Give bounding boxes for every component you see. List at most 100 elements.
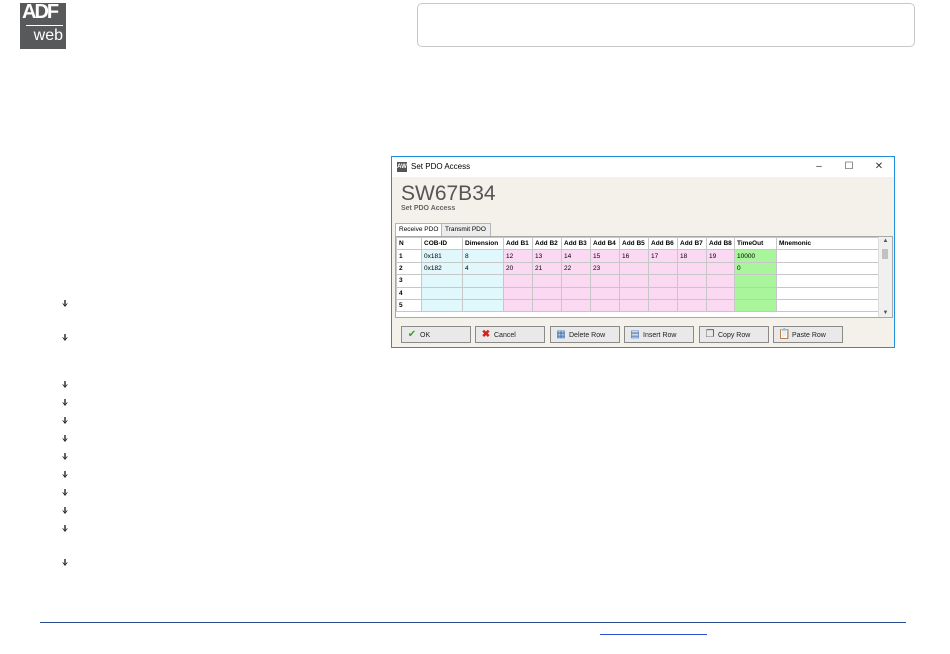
timeout-cell[interactable]: 0	[734, 261, 777, 276]
add-byte-cell[interactable]	[648, 298, 678, 313]
column-header[interactable]: Add B5	[619, 237, 649, 251]
cob-id-cell[interactable]	[421, 274, 463, 288]
add-byte-cell[interactable]	[648, 261, 678, 276]
add-byte-cell[interactable]	[590, 286, 620, 300]
dimension-cell[interactable]: 4	[462, 261, 504, 276]
add-byte-cell[interactable]	[590, 298, 620, 313]
window-title-bar[interactable]: AW Set PDO Access – ☐ ✕	[392, 157, 894, 177]
dimension-cell[interactable]: 8	[462, 249, 504, 263]
dimension-cell[interactable]	[462, 286, 504, 300]
scroll-down-icon[interactable]: ▼	[879, 310, 892, 316]
column-header[interactable]: Add B6	[648, 237, 678, 251]
delete-row-button[interactable]: ▦ Delete Row	[550, 326, 620, 343]
mnemonic-cell[interactable]	[776, 249, 881, 263]
minimize-button[interactable]: –	[804, 157, 834, 177]
dimension-cell[interactable]	[462, 274, 504, 288]
add-byte-cell[interactable]: 15	[590, 249, 620, 263]
add-byte-cell[interactable]	[532, 298, 562, 313]
footer-link-underline[interactable]	[600, 634, 707, 635]
add-byte-cell[interactable]	[590, 274, 620, 288]
column-header[interactable]: N	[396, 237, 422, 251]
mnemonic-cell[interactable]	[776, 274, 881, 288]
add-byte-cell[interactable]	[532, 286, 562, 300]
add-byte-cell[interactable]: 12	[503, 249, 533, 263]
add-byte-cell[interactable]	[532, 274, 562, 288]
column-header[interactable]: TimeOut	[734, 237, 777, 251]
paste-row-button[interactable]: 📋 Paste Row	[773, 326, 843, 343]
copy-icon: ❐	[705, 329, 715, 340]
bullet-icon	[62, 507, 68, 514]
add-byte-cell[interactable]	[503, 298, 533, 313]
add-byte-cell[interactable]	[677, 286, 707, 300]
add-byte-cell[interactable]: 23	[590, 261, 620, 276]
column-header[interactable]: Add B4	[590, 237, 620, 251]
add-byte-cell[interactable]	[503, 286, 533, 300]
add-byte-cell[interactable]	[706, 298, 735, 313]
timeout-cell[interactable]: 10000	[734, 249, 777, 263]
add-byte-cell[interactable]	[648, 274, 678, 288]
table-vertical-scrollbar[interactable]: ▲ ▼	[878, 237, 892, 317]
column-header[interactable]: Mnemonic	[776, 237, 881, 251]
row-number[interactable]: 3	[396, 274, 422, 288]
insert-row-button[interactable]: ▤ Insert Row	[624, 326, 694, 343]
add-byte-cell[interactable]: 20	[503, 261, 533, 276]
bullet-icon	[62, 399, 68, 406]
add-byte-cell[interactable]	[677, 274, 707, 288]
cob-id-cell[interactable]	[421, 286, 463, 300]
add-byte-cell[interactable]	[619, 298, 649, 313]
add-byte-cell[interactable]	[561, 274, 591, 288]
mnemonic-cell[interactable]	[776, 286, 881, 300]
timeout-cell[interactable]	[734, 274, 777, 288]
tab-transmit-pdo[interactable]: Transmit PDO	[441, 223, 491, 236]
scroll-up-icon[interactable]: ▲	[879, 238, 892, 244]
row-number[interactable]: 2	[396, 261, 422, 276]
timeout-cell[interactable]	[734, 298, 777, 313]
add-byte-cell[interactable]	[706, 274, 735, 288]
column-header[interactable]: Add B7	[677, 237, 707, 251]
column-header[interactable]: Dimension	[462, 237, 504, 251]
add-byte-cell[interactable]: 16	[619, 249, 649, 263]
add-byte-cell[interactable]: 18	[677, 249, 707, 263]
copy-row-button[interactable]: ❐ Copy Row	[699, 326, 769, 343]
row-number[interactable]: 1	[396, 249, 422, 263]
add-byte-cell[interactable]	[619, 286, 649, 300]
bullet-icon	[62, 471, 68, 478]
close-button[interactable]: ✕	[864, 157, 894, 177]
cob-id-cell[interactable]: 0x181	[421, 249, 463, 263]
cob-id-cell[interactable]	[421, 298, 463, 313]
scrollbar-thumb[interactable]	[882, 249, 888, 259]
set-pdo-access-window: AW Set PDO Access – ☐ ✕ SW67B34 Set PDO …	[391, 156, 895, 348]
add-byte-cell[interactable]	[677, 298, 707, 313]
dimension-cell[interactable]	[462, 298, 504, 313]
add-byte-cell[interactable]	[619, 261, 649, 276]
mnemonic-cell[interactable]	[776, 298, 881, 313]
cob-id-cell[interactable]: 0x182	[421, 261, 463, 276]
add-byte-cell[interactable]	[503, 274, 533, 288]
tab-receive-pdo[interactable]: Receive PDO	[395, 223, 447, 237]
add-byte-cell[interactable]: 17	[648, 249, 678, 263]
add-byte-cell[interactable]: 22	[561, 261, 591, 276]
add-byte-cell[interactable]: 19	[706, 249, 735, 263]
add-byte-cell[interactable]	[648, 286, 678, 300]
cancel-button[interactable]: ✖ Cancel	[475, 326, 545, 343]
mnemonic-cell[interactable]	[776, 261, 881, 276]
timeout-cell[interactable]	[734, 286, 777, 300]
row-number[interactable]: 4	[396, 286, 422, 300]
add-byte-cell[interactable]	[706, 261, 735, 276]
add-byte-cell[interactable]	[619, 274, 649, 288]
column-header[interactable]: Add B8	[706, 237, 735, 251]
add-byte-cell[interactable]	[561, 286, 591, 300]
add-byte-cell[interactable]	[677, 261, 707, 276]
column-header[interactable]: Add B2	[532, 237, 562, 251]
row-number[interactable]: 5	[396, 298, 422, 313]
column-header[interactable]: COB-ID	[421, 237, 463, 251]
column-header[interactable]: Add B3	[561, 237, 591, 251]
add-byte-cell[interactable]	[706, 286, 735, 300]
ok-button[interactable]: ✔ OK	[401, 326, 471, 343]
add-byte-cell[interactable]: 14	[561, 249, 591, 263]
add-byte-cell[interactable]: 21	[532, 261, 562, 276]
column-header[interactable]: Add B1	[503, 237, 533, 251]
maximize-button[interactable]: ☐	[834, 157, 864, 177]
add-byte-cell[interactable]: 13	[532, 249, 562, 263]
add-byte-cell[interactable]	[561, 298, 591, 313]
